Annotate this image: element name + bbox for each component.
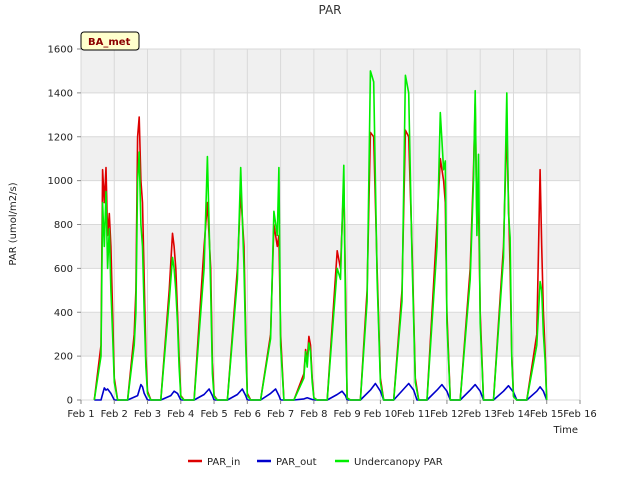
y-axis-title: PAR (umol/m2/s) [8,182,19,265]
x-tick-label: Feb 8 [300,409,327,420]
plot-band [81,224,580,269]
y-tick-label: 1000 [48,176,73,187]
y-tick-label: 1600 [48,45,73,56]
legend-label: PAR_in [207,457,240,468]
x-tick-label: Feb 13 [463,409,497,420]
x-tick-label: Feb 2 [101,409,128,420]
x-axis: Feb 1 Feb 2 Feb 3 Feb 4 Feb 5 Feb 6 Feb 7 Feb 8… [67,400,597,420]
x-tick-label: Feb 12 [430,409,464,420]
y-tick-label: 400 [54,308,73,319]
x-tick-label: Feb 3 [134,409,161,420]
site-badge-label: BA_met [88,37,131,48]
plot-band [81,49,580,93]
x-tick-label: Feb 9 [334,409,361,420]
x-tick-label: Feb 4 [167,409,194,420]
par-chart: PAR 02004006008001000120014001600 Feb 1F… [8,3,597,468]
x-tick-label: Feb 14 [497,409,531,420]
chart-title: PAR [318,3,341,17]
y-tick-label: 1400 [48,88,73,99]
x-tick-label: Feb 15 [530,409,564,420]
x-tick-label: Feb 16 [563,409,597,420]
x-axis-title: Time [553,425,578,436]
x-tick-label: Feb 11 [397,409,431,420]
y-tick-label: 600 [54,264,73,275]
y-axis: 0 200 400 600 800 1000 1200 1400 1600 [48,45,81,407]
x-tick-label: Feb 5 [200,409,227,420]
y-tick-label: 200 [54,352,73,363]
legend-label: Undercanopy PAR [354,457,443,468]
site-badge: BA_met [80,31,140,51]
legend-label: PAR_out [276,457,317,468]
x-tick-label: Feb 6 [234,409,261,420]
x-tick-label: Feb 7 [267,409,294,420]
y-tick-label: 800 [54,220,73,231]
y-tick-label: 1200 [48,132,73,143]
legend: PAR_in PAR_out Undercanopy PAR [188,457,443,468]
y-tick-label: 0 [67,396,73,407]
x-tick-label: Feb 10 [364,409,398,420]
x-tick-label: Feb 1 [67,409,94,420]
